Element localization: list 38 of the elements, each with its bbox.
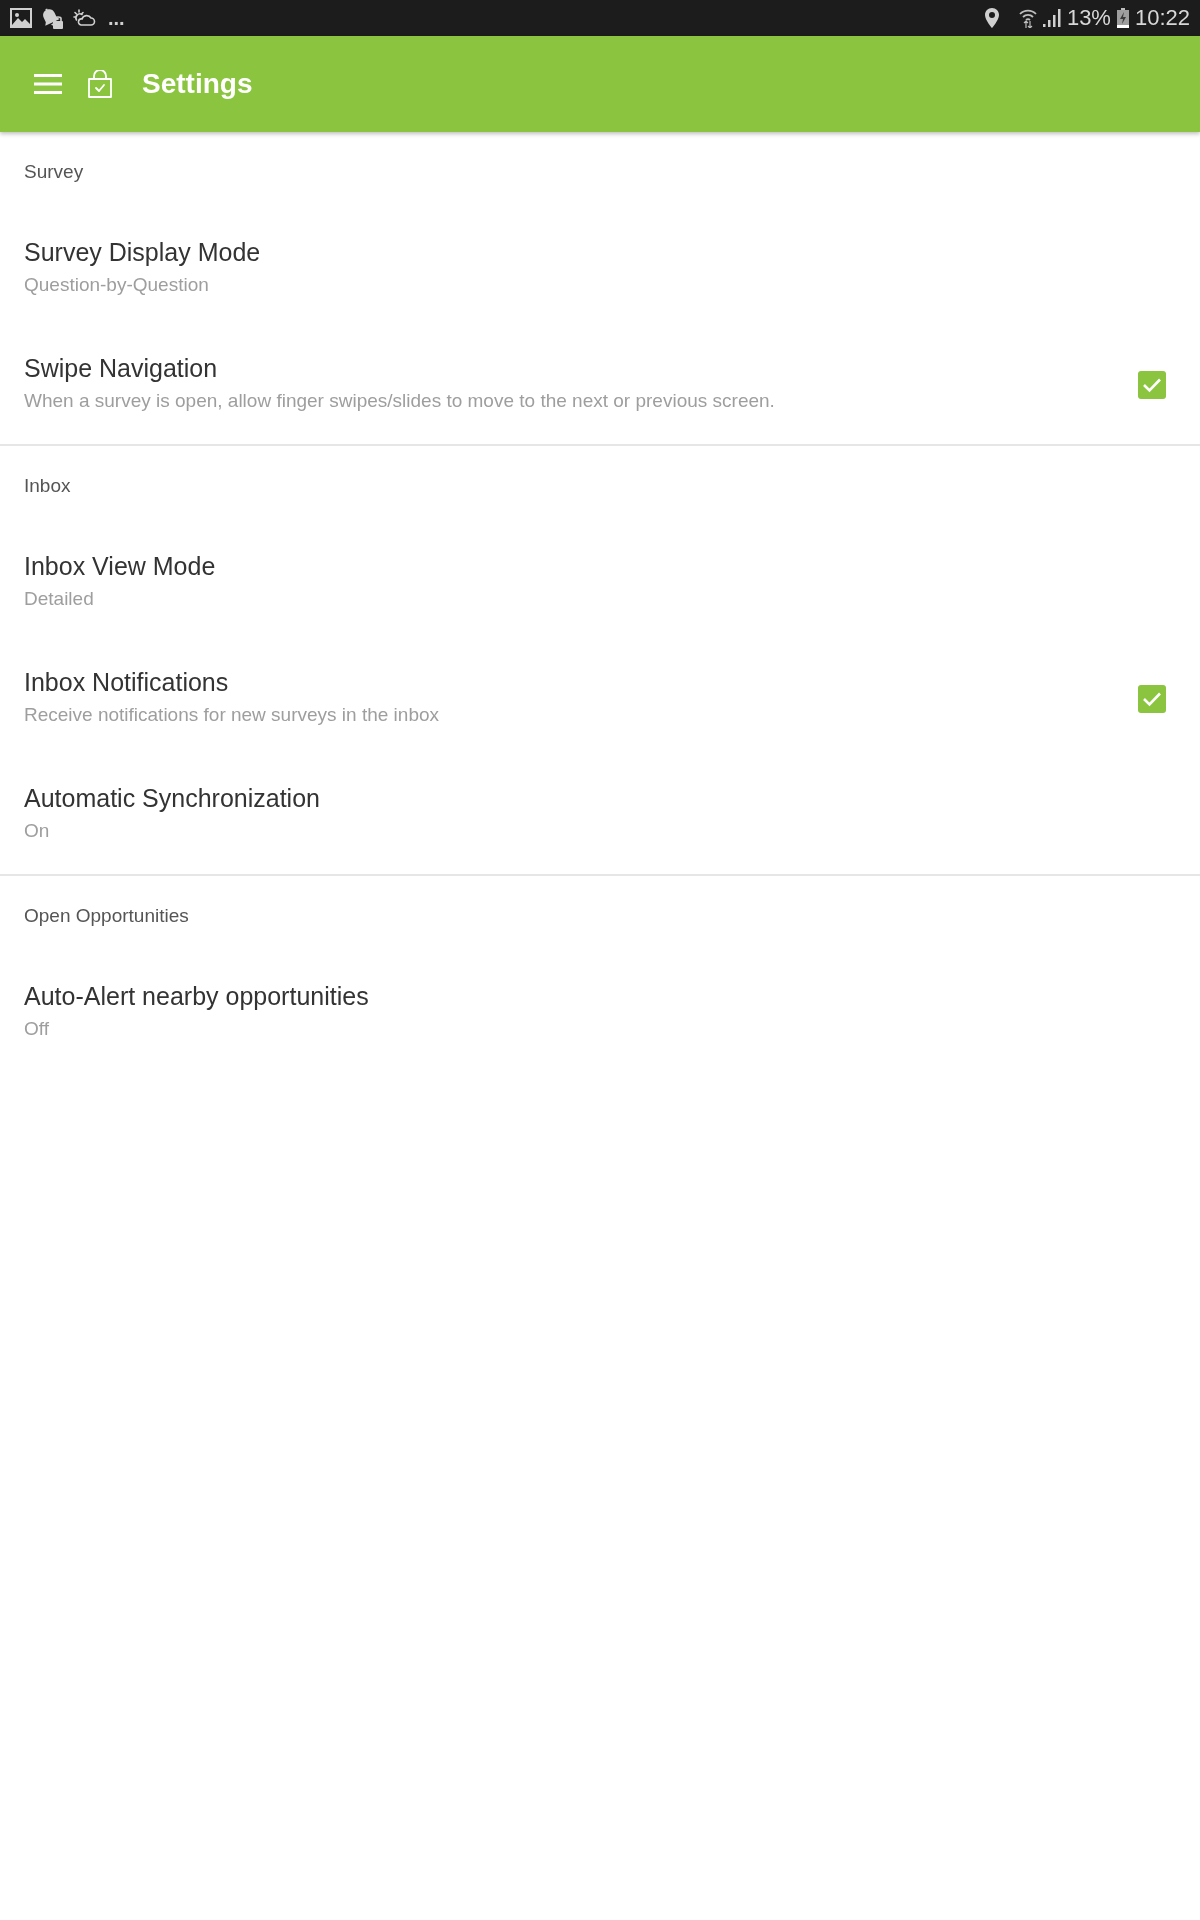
setting-title: Auto-Alert nearby opportunities [24, 981, 370, 1012]
battery-charging-icon [1116, 8, 1129, 28]
setting-row[interactable]: Swipe Navigation When a survey is open, allow finger swipes/slides to move to the next or previous screen. [0, 328, 1200, 444]
checkmark-icon [1142, 377, 1162, 393]
image-icon [10, 8, 32, 28]
setting-summary: Receive notifications for new surveys in the inbox [24, 703, 441, 727]
setting-summary: Off [24, 1017, 50, 1041]
bell-lock-icon [40, 7, 64, 29]
checkmark-icon [1142, 691, 1162, 707]
setting-row[interactable]: Survey Display Mode Question-by-Question [0, 212, 1200, 328]
section-header: Inbox [24, 474, 71, 498]
section-header: Open Opportunities [24, 904, 189, 928]
setting-row[interactable]: Inbox Notifications Receive notifications for new surveys in the inbox [0, 642, 1200, 758]
setting-row[interactable]: Inbox View Mode Detailed [0, 526, 1200, 642]
shopping-bag-check-icon [88, 70, 112, 98]
setting-title: Swipe Navigation [24, 353, 219, 384]
setting-row[interactable]: Automatic Synchronization On [0, 758, 1200, 874]
setting-title: Inbox View Mode [24, 551, 217, 582]
location-pin-icon [984, 8, 999, 28]
battery-percent: 13% [1066, 6, 1111, 30]
checkbox[interactable] [1138, 371, 1166, 399]
setting-title: Automatic Synchronization [24, 783, 321, 814]
setting-summary: Question-by-Question [24, 273, 210, 297]
checkbox[interactable] [1138, 685, 1166, 713]
setting-title: Inbox Notifications [24, 667, 230, 698]
setting-summary: On [24, 819, 51, 843]
menu-icon[interactable] [34, 74, 62, 94]
setting-title: Survey Display Mode [24, 237, 262, 268]
app-bar-title: Settings [142, 67, 253, 101]
signal-icon [1042, 9, 1061, 27]
more-notifications-text: ... [107, 8, 125, 28]
wifi-icon [1018, 8, 1037, 28]
setting-summary: Detailed [24, 587, 95, 611]
sun-cloud-icon [72, 8, 96, 28]
section-header: Survey [24, 160, 84, 184]
setting-summary: When a survey is open, allow finger swipes/slides to move to the next or previous screen. [24, 389, 776, 413]
clock-time: 10:22 [1134, 6, 1190, 30]
setting-row[interactable]: Auto-Alert nearby opportunities Off [0, 956, 1200, 1072]
